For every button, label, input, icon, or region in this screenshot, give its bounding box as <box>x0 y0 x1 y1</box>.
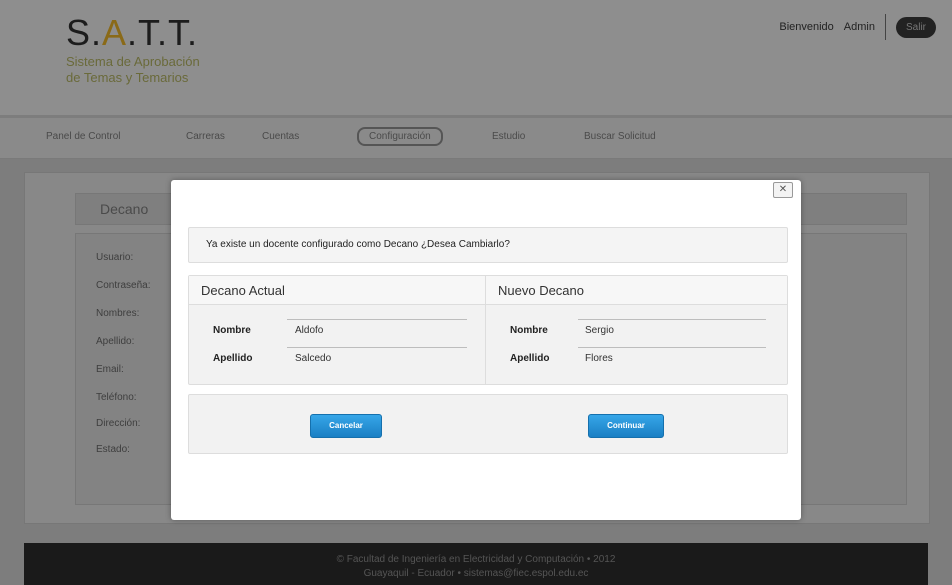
footer-line-2: Guayaquil - Ecuador • sistemas@fiec.espo… <box>363 568 589 579</box>
header: S.A.T.T. Sistema de Aprobación de Temas … <box>0 0 952 115</box>
current-apellido-value: Salcedo <box>295 353 332 364</box>
main-nav: Panel de Control Carreras Cuentas Config… <box>0 118 952 159</box>
label-apellido: Apellido: <box>96 336 135 347</box>
field-underline <box>287 347 467 348</box>
current-nombre-value: Aldofo <box>295 325 324 336</box>
welcome-text: Bienvenido <box>779 21 834 33</box>
button-bar: Cancelar Continuar <box>188 394 788 454</box>
label-nombres: Nombres: <box>96 308 140 319</box>
logo-title: S.A.T.T. <box>66 12 199 53</box>
field-underline <box>287 319 467 320</box>
nav-carreras[interactable]: Carreras <box>186 131 225 142</box>
new-dean-column: Nuevo Decano Nombre Sergio Apellido Flor… <box>486 276 787 384</box>
section-title: Decano <box>100 201 149 217</box>
apellido-label: Apellido <box>213 353 253 364</box>
label-estado: Estado: <box>96 444 130 455</box>
nav-panel-control[interactable]: Panel de Control <box>46 131 121 142</box>
close-icon[interactable]: ✕ <box>773 182 793 198</box>
nav-buscar-solicitud[interactable]: Buscar Solicitud <box>584 131 656 142</box>
label-email: Email: <box>96 364 124 375</box>
new-dean-header: Nuevo Decano <box>486 276 787 305</box>
compare-panel: Decano Actual Nombre Aldofo Apellido Sal… <box>188 275 788 385</box>
continue-button[interactable]: Continuar <box>588 414 664 438</box>
dialog-message: Ya existe un docente configurado como De… <box>206 239 510 250</box>
current-apellido-row: Apellido Salcedo <box>189 347 485 370</box>
nav-configuracion[interactable]: Configuración <box>357 127 443 146</box>
logo-subtitle-1: Sistema de Aprobación <box>66 54 200 69</box>
field-underline <box>578 347 766 348</box>
username: Admin <box>843 21 875 33</box>
footer-line-1: © Facultad de Ingeniería en Electricidad… <box>336 554 616 565</box>
new-apellido-row: Apellido Flores <box>486 347 787 370</box>
current-dean-title: Decano Actual <box>201 283 285 298</box>
message-box: Ya existe un docente configurado como De… <box>188 227 788 263</box>
label-usuario: Usuario: <box>96 252 134 263</box>
confirm-dialog: ✕ Ya existe un docente configurado como … <box>171 180 801 520</box>
new-apellido-value: Flores <box>585 353 613 364</box>
user-separator <box>884 14 886 40</box>
new-dean-title: Nuevo Decano <box>498 283 584 298</box>
nombre-label: Nombre <box>510 325 548 336</box>
user-area: Bienvenido Admin Salir <box>779 14 936 40</box>
label-contrasena: Contraseña: <box>96 280 151 291</box>
cancel-button[interactable]: Cancelar <box>310 414 382 438</box>
label-telefono: Teléfono: <box>96 392 137 403</box>
logo: S.A.T.T. Sistema de Aprobación de Temas … <box>66 14 200 86</box>
current-dean-column: Decano Actual Nombre Aldofo Apellido Sal… <box>189 276 486 384</box>
footer: © Facultad de Ingeniería en Electricidad… <box>24 543 928 585</box>
field-underline <box>578 319 766 320</box>
new-nombre-row: Nombre Sergio <box>486 319 787 342</box>
label-direccion: Dirección: <box>96 418 141 429</box>
new-nombre-value: Sergio <box>585 325 614 336</box>
nav-estudio[interactable]: Estudio <box>492 131 525 142</box>
current-dean-header: Decano Actual <box>189 276 485 305</box>
exit-button[interactable]: Salir <box>895 16 936 38</box>
nombre-label: Nombre <box>213 325 251 336</box>
apellido-label: Apellido <box>510 353 550 364</box>
current-nombre-row: Nombre Aldofo <box>189 319 485 342</box>
nav-cuentas[interactable]: Cuentas <box>262 131 299 142</box>
logo-subtitle-2: de Temas y Temarios <box>66 70 189 85</box>
